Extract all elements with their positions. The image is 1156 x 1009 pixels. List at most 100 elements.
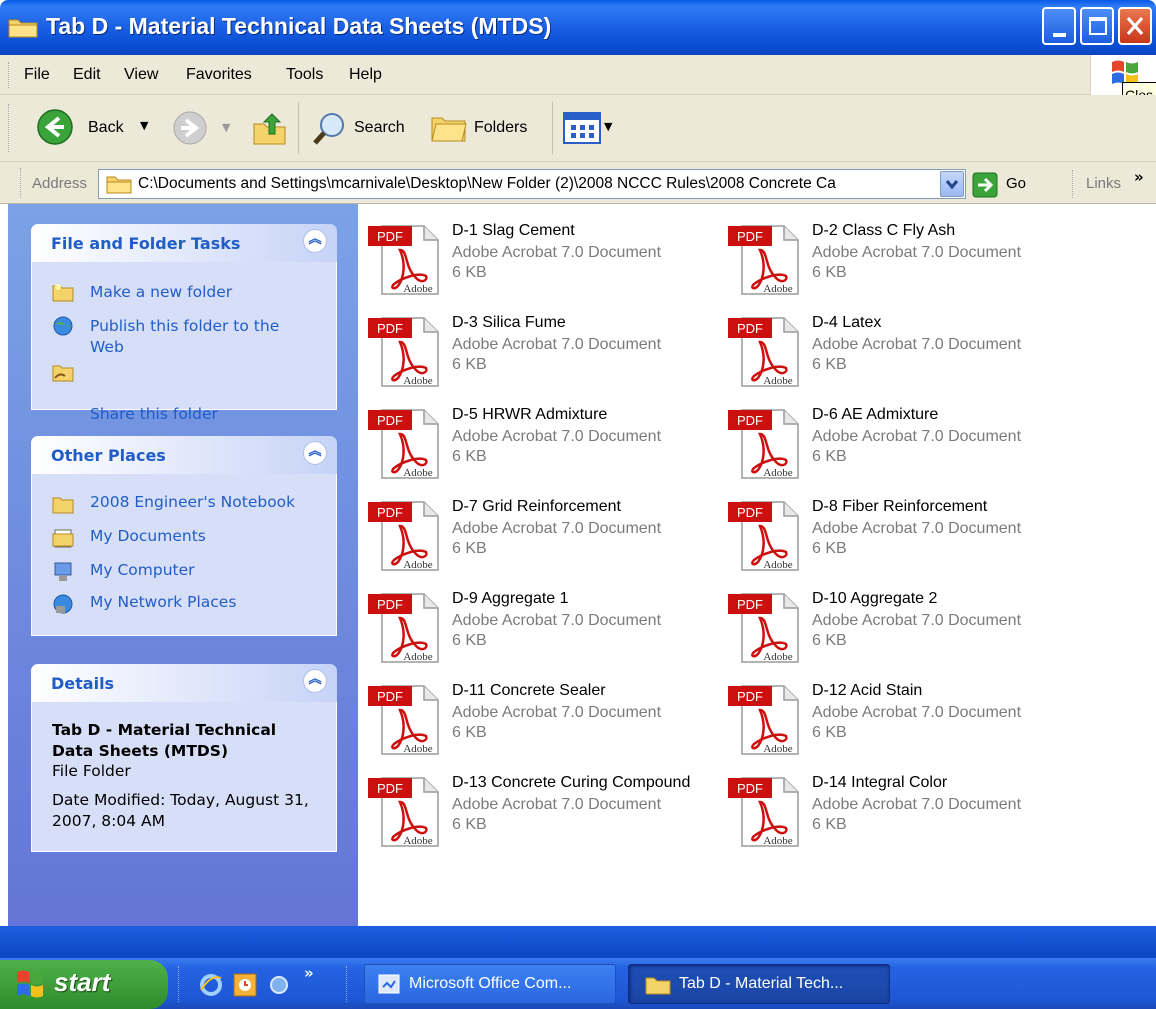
file-name: D-14 Integral Color — [812, 774, 948, 791]
menu-grip — [8, 62, 11, 88]
back-dropdown-icon[interactable]: ▼ — [140, 119, 148, 132]
search-quicklaunch-icon[interactable] — [266, 972, 292, 998]
task-publish-web[interactable]: Publish this folder to the Web — [90, 316, 310, 358]
file-size: 6 KB — [812, 724, 847, 741]
menu-help[interactable]: Help — [349, 66, 382, 84]
file-item[interactable]: PDF Adobe D-5 HRWR Admixture Adobe Acrobat … — [368, 402, 718, 482]
file-type: Adobe Acrobat 7.0 Document — [452, 520, 662, 537]
place-my-computer[interactable]: My Computer — [90, 560, 330, 581]
pdf-badge: PDF — [377, 505, 403, 520]
panel-title: Other Places — [51, 446, 166, 465]
place-my-documents[interactable]: My Documents — [90, 526, 330, 547]
adobe-brand: Adobe — [763, 743, 792, 755]
file-item[interactable]: PDF Adobe D-2 Class C Fly Ash Adobe Acrobat… — [728, 218, 1078, 298]
file-name: D-4 Latex — [812, 314, 882, 331]
file-item[interactable]: PDF Adobe D-6 AE Admixture Adobe Acrobat 7.… — [728, 402, 1078, 482]
pdf-file-icon: PDF Adobe — [728, 501, 799, 571]
file-item[interactable]: PDF Adobe D-8 Fiber Reinforcement Adobe Acr… — [728, 494, 1078, 574]
pdf-file-icon: PDF Adobe — [728, 777, 799, 847]
folders-button[interactable]: Folders — [430, 108, 542, 148]
collapse-chevron-icon[interactable]: ︽ — [303, 229, 327, 253]
adobe-brand: Adobe — [763, 835, 792, 847]
file-size: 6 KB — [452, 264, 487, 281]
details-name: Tab D - Material Technical Data Sheets (… — [52, 721, 277, 760]
internet-explorer-icon[interactable] — [198, 972, 224, 998]
file-size: 6 KB — [812, 264, 847, 281]
collapse-chevron-icon[interactable]: ︽ — [303, 669, 327, 693]
file-item[interactable]: PDF Adobe D-3 Silica Fume Adobe Acrobat 7.0… — [368, 310, 718, 390]
pdf-badge: PDF — [377, 781, 403, 796]
file-size: 6 KB — [812, 356, 847, 373]
close-button[interactable] — [1118, 7, 1152, 45]
address-path[interactable]: C:\Documents and Settings\mcarnivale\Des… — [138, 175, 956, 193]
pdf-file-icon: PDF Adobe — [368, 593, 439, 663]
file-item[interactable]: PDF Adobe D-13 Concrete Curing Compound Ado… — [368, 770, 718, 850]
collapse-chevron-icon[interactable]: ︽ — [303, 441, 327, 465]
address-dropdown-button[interactable] — [940, 171, 964, 197]
start-label: start — [54, 967, 111, 997]
panel-header[interactable]: Other Places ︽ — [31, 436, 337, 474]
menu-view[interactable]: View — [124, 66, 158, 84]
network-places-icon — [53, 594, 73, 614]
task-make-folder[interactable]: Make a new folder — [90, 282, 330, 303]
file-type: Adobe Acrobat 7.0 Document — [812, 520, 1022, 537]
adobe-brand: Adobe — [403, 375, 432, 387]
file-size: 6 KB — [452, 448, 487, 465]
panel-header[interactable]: File and Folder Tasks ︽ — [31, 224, 337, 262]
file-name: D-1 Slag Cement — [452, 222, 575, 239]
pdf-badge: PDF — [377, 689, 403, 704]
forward-dropdown-icon[interactable]: ▼ — [222, 121, 230, 134]
folder-icon — [106, 176, 132, 194]
menu-edit[interactable]: Edit — [73, 66, 101, 84]
links-button[interactable]: Links — [1086, 175, 1121, 192]
file-type: Adobe Acrobat 7.0 Document — [812, 612, 1022, 629]
file-item[interactable]: PDF Adobe D-14 Integral Color Adobe Acrobat… — [728, 770, 1078, 850]
file-item[interactable]: PDF Adobe D-9 Aggregate 1 Adobe Acrobat 7.0… — [368, 586, 718, 666]
place-engineers-notebook[interactable]: 2008 Engineer's Notebook — [90, 492, 330, 513]
panel-header[interactable]: Details ︽ — [31, 664, 337, 702]
menu-favorites[interactable]: Favorites — [186, 66, 252, 84]
toolbar-separator — [298, 102, 299, 154]
file-name: D-10 Aggregate 2 — [812, 590, 938, 607]
pdf-file-icon: PDF Adobe — [368, 501, 439, 571]
folder-icon — [8, 19, 38, 38]
views-button[interactable]: ▼ — [562, 111, 620, 145]
outlook-icon[interactable] — [232, 972, 258, 998]
up-folder-icon[interactable] — [250, 108, 290, 148]
pdf-badge: PDF — [737, 689, 763, 704]
file-name: D-5 HRWR Admixture — [452, 406, 608, 423]
file-item[interactable]: PDF Adobe D-1 Slag Cement Adobe Acrobat 7.0… — [368, 218, 718, 298]
quicklaunch-grip — [178, 966, 181, 1002]
file-size: 6 KB — [452, 540, 487, 557]
file-type: Adobe Acrobat 7.0 Document — [812, 336, 1022, 353]
details-panel: Details ︽ Tab D - Material Technical Dat… — [31, 664, 337, 852]
menu-tools[interactable]: Tools — [286, 66, 323, 84]
file-item[interactable]: PDF Adobe D-11 Concrete Sealer Adobe Acroba… — [368, 678, 718, 758]
file-item[interactable]: PDF Adobe D-10 Aggregate 2 Adobe Acrobat 7.… — [728, 586, 1078, 666]
share-folder-icon — [52, 365, 74, 382]
taskbar-button-office[interactable]: Microsoft Office Com... — [364, 964, 616, 1004]
quicklaunch-more-icon[interactable]: » — [304, 964, 314, 982]
search-button[interactable]: Search — [312, 108, 418, 148]
pdf-badge: PDF — [737, 413, 763, 428]
maximize-button[interactable] — [1080, 7, 1114, 45]
taskbar-button-explorer[interactable]: Tab D - Material Tech... — [628, 964, 890, 1004]
menu-file[interactable]: File — [24, 66, 50, 84]
file-type: Adobe Acrobat 7.0 Document — [812, 796, 1022, 813]
file-type: Adobe Acrobat 7.0 Document — [452, 336, 662, 353]
place-network-places[interactable]: My Network Places — [90, 592, 330, 613]
file-item[interactable]: PDF Adobe D-12 Acid Stain Adobe Acrobat 7.0… — [728, 678, 1078, 758]
file-item[interactable]: PDF Adobe D-4 Latex Adobe Acrobat 7.0 Docum… — [728, 310, 1078, 390]
links-grip — [1072, 170, 1075, 198]
back-button[interactable]: Back ▼ — [36, 108, 164, 148]
minimize-button[interactable] — [1042, 7, 1076, 45]
file-size: 6 KB — [812, 448, 847, 465]
pdf-file-icon: PDF Adobe — [728, 409, 799, 479]
pdf-badge: PDF — [377, 413, 403, 428]
chevron-right-icon[interactable]: » — [1134, 168, 1144, 186]
file-item[interactable]: PDF Adobe D-7 Grid Reinforcement Adobe Acro… — [368, 494, 718, 574]
forward-arrow-icon[interactable] — [172, 110, 208, 146]
task-share-folder[interactable]: Share this folder — [90, 404, 310, 425]
search-label: Search — [354, 119, 405, 136]
file-size: 6 KB — [812, 540, 847, 557]
